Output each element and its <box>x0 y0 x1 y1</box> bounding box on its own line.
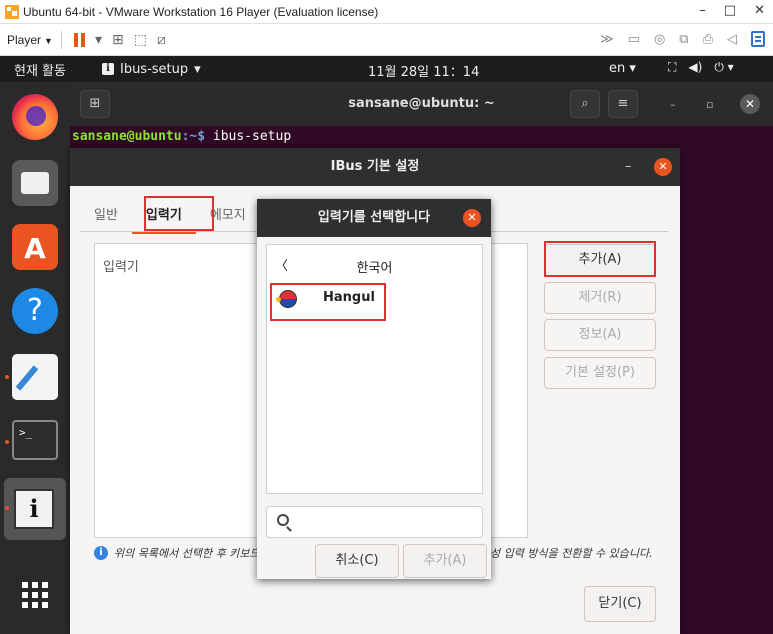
search-icon <box>277 514 289 526</box>
ibus-dialog-title: IBus 기본 설정 <box>330 159 420 174</box>
cancel-button[interactable]: 취소(C) <box>315 544 399 578</box>
search-input[interactable] <box>297 511 477 533</box>
running-indicator <box>5 375 9 379</box>
ibus-minimize-button[interactable]: – <box>625 148 632 186</box>
tab-general[interactable]: 일반 <box>80 194 132 234</box>
volume-icon: ◀) <box>688 60 703 74</box>
window-title: Ubuntu 64-bit - VMware Workstation 16 Pl… <box>23 4 379 19</box>
chooser-close-icon[interactable]: ✕ <box>463 209 481 227</box>
running-indicator <box>5 440 9 444</box>
hint-text-left: 위의 목록에서 선택한 후 키보드 <box>114 547 260 560</box>
terminal-maximize-icon[interactable]: ▫ <box>706 98 713 111</box>
chooser-title-bar: 입력기를 선택합니다 ✕ <box>257 199 491 237</box>
files-icon[interactable] <box>12 160 58 206</box>
hint-text: i 위의 목록에서 선택한 후 키보드 <box>94 545 260 561</box>
hard-disk-icon[interactable]: ▭ <box>628 32 640 47</box>
remove-input-method-button[interactable]: 제거(R) <box>544 282 656 314</box>
network-icon[interactable]: ⧉ <box>679 32 688 47</box>
chevron-down-icon: ▾ <box>194 61 201 77</box>
hamburger-menu-icon[interactable]: ≡ <box>608 90 638 118</box>
forward-icon[interactable]: ≫ <box>600 32 614 47</box>
chooser-title: 입력기를 선택합니다 <box>317 210 431 225</box>
vmware-logo-icon <box>5 4 19 19</box>
toolbar-divider <box>60 30 62 49</box>
send-ctrl-alt-del-icon[interactable]: ⊞ <box>112 32 124 48</box>
close-button[interactable]: 닫기(C) <box>584 586 656 622</box>
firefox-icon[interactable] <box>12 94 58 140</box>
device-tray: ≫ ▭ ◎ ⧉ ⎙ ◁ <box>600 31 765 47</box>
clock[interactable]: 11월 28일 11：14 <box>368 61 479 80</box>
back-to-languages-row[interactable]: 〈 한국어 <box>267 253 482 277</box>
ibus-dialog-title-bar: IBus 기본 설정 – ✕ <box>70 148 680 186</box>
power-icon: ⏻ ▾ <box>714 60 734 74</box>
chooser-add-button[interactable]: 추가(A) <box>403 544 487 578</box>
ubuntu-top-bar: 현재 활동 i Ibus-setup ▾ 11월 28일 11：14 en ▾ … <box>0 56 773 82</box>
terminal-prompt: sansane@ubuntu:~$ ibus-setup <box>72 129 292 144</box>
language-group-label: 한국어 <box>356 261 393 276</box>
vmware-title-bar: Ubuntu 64-bit - VMware Workstation 16 Pl… <box>0 0 773 24</box>
hangul-highlight-box <box>270 283 386 321</box>
hint-text-right: 성 입력 방식을 전환할 수 있습니다. <box>490 547 653 560</box>
search-field[interactable] <box>266 506 483 538</box>
sound-icon[interactable]: ◁ <box>727 32 737 47</box>
input-method-choice-list: 〈 한국어 Hangul <box>266 244 483 494</box>
show-applications-icon[interactable] <box>22 582 48 608</box>
terminal-header-bar: ⊞ sansane@ubuntu: ~ ⌕ ≡ – ▫ ✕ <box>70 82 773 126</box>
dock: A ? >_ i <box>0 82 70 634</box>
about-input-method-button[interactable]: 정보(A) <box>544 319 656 351</box>
input-method-preferences-button[interactable]: 기본 설정(P) <box>544 357 656 389</box>
terminal-title: sansane@ubuntu: ~ <box>348 96 495 111</box>
terminal-minimize-icon[interactable]: – <box>670 98 676 111</box>
library-icon[interactable] <box>751 31 765 47</box>
app-menu-label: Ibus-setup <box>119 61 189 77</box>
pause-icon[interactable] <box>73 32 85 47</box>
close-window-button[interactable]: ✕ <box>754 3 765 18</box>
maximize-button[interactable]: □ <box>724 3 736 18</box>
minimize-button[interactable]: – <box>699 3 706 18</box>
player-menu[interactable]: Player ▼ <box>7 33 53 47</box>
activities-button[interactable]: 현재 활동 <box>14 60 66 79</box>
text-editor-icon[interactable] <box>12 354 58 400</box>
terminal-close-icon[interactable]: ✕ <box>740 94 760 114</box>
info-icon: i <box>94 546 108 560</box>
info-app-icon: i <box>101 63 114 75</box>
network-wired-icon: ⛶ <box>668 60 677 74</box>
select-input-method-dialog: 입력기를 선택합니다 ✕ 〈 한국어 Hangul 취소(C) 추가(A) <box>257 199 491 579</box>
fit-guest-icon[interactable]: ⬚ <box>134 32 147 48</box>
terminal-search-icon[interactable]: ⌕ <box>570 90 600 118</box>
running-indicator <box>5 506 9 510</box>
terminal-icon[interactable]: >_ <box>12 420 58 460</box>
ibus-close-icon[interactable]: ✕ <box>654 158 672 176</box>
system-tray[interactable]: ⛶ ◀) ⏻ ▾ <box>668 60 734 75</box>
unity-icon[interactable]: ⧄ <box>157 32 166 48</box>
add-button-highlight-box <box>544 241 656 277</box>
help-icon[interactable]: ? <box>12 288 58 334</box>
input-language-indicator[interactable]: en ▾ <box>609 61 636 76</box>
software-center-icon[interactable]: A <box>12 224 58 270</box>
dropdown-icon[interactable]: ▾ <box>95 32 102 48</box>
app-menu[interactable]: i Ibus-setup ▾ <box>101 61 201 77</box>
ibus-setup-icon[interactable]: i <box>14 489 54 529</box>
cd-icon[interactable]: ◎ <box>654 32 665 47</box>
tab-highlight-box <box>144 196 214 231</box>
printer-icon[interactable]: ⎙ <box>703 32 713 47</box>
